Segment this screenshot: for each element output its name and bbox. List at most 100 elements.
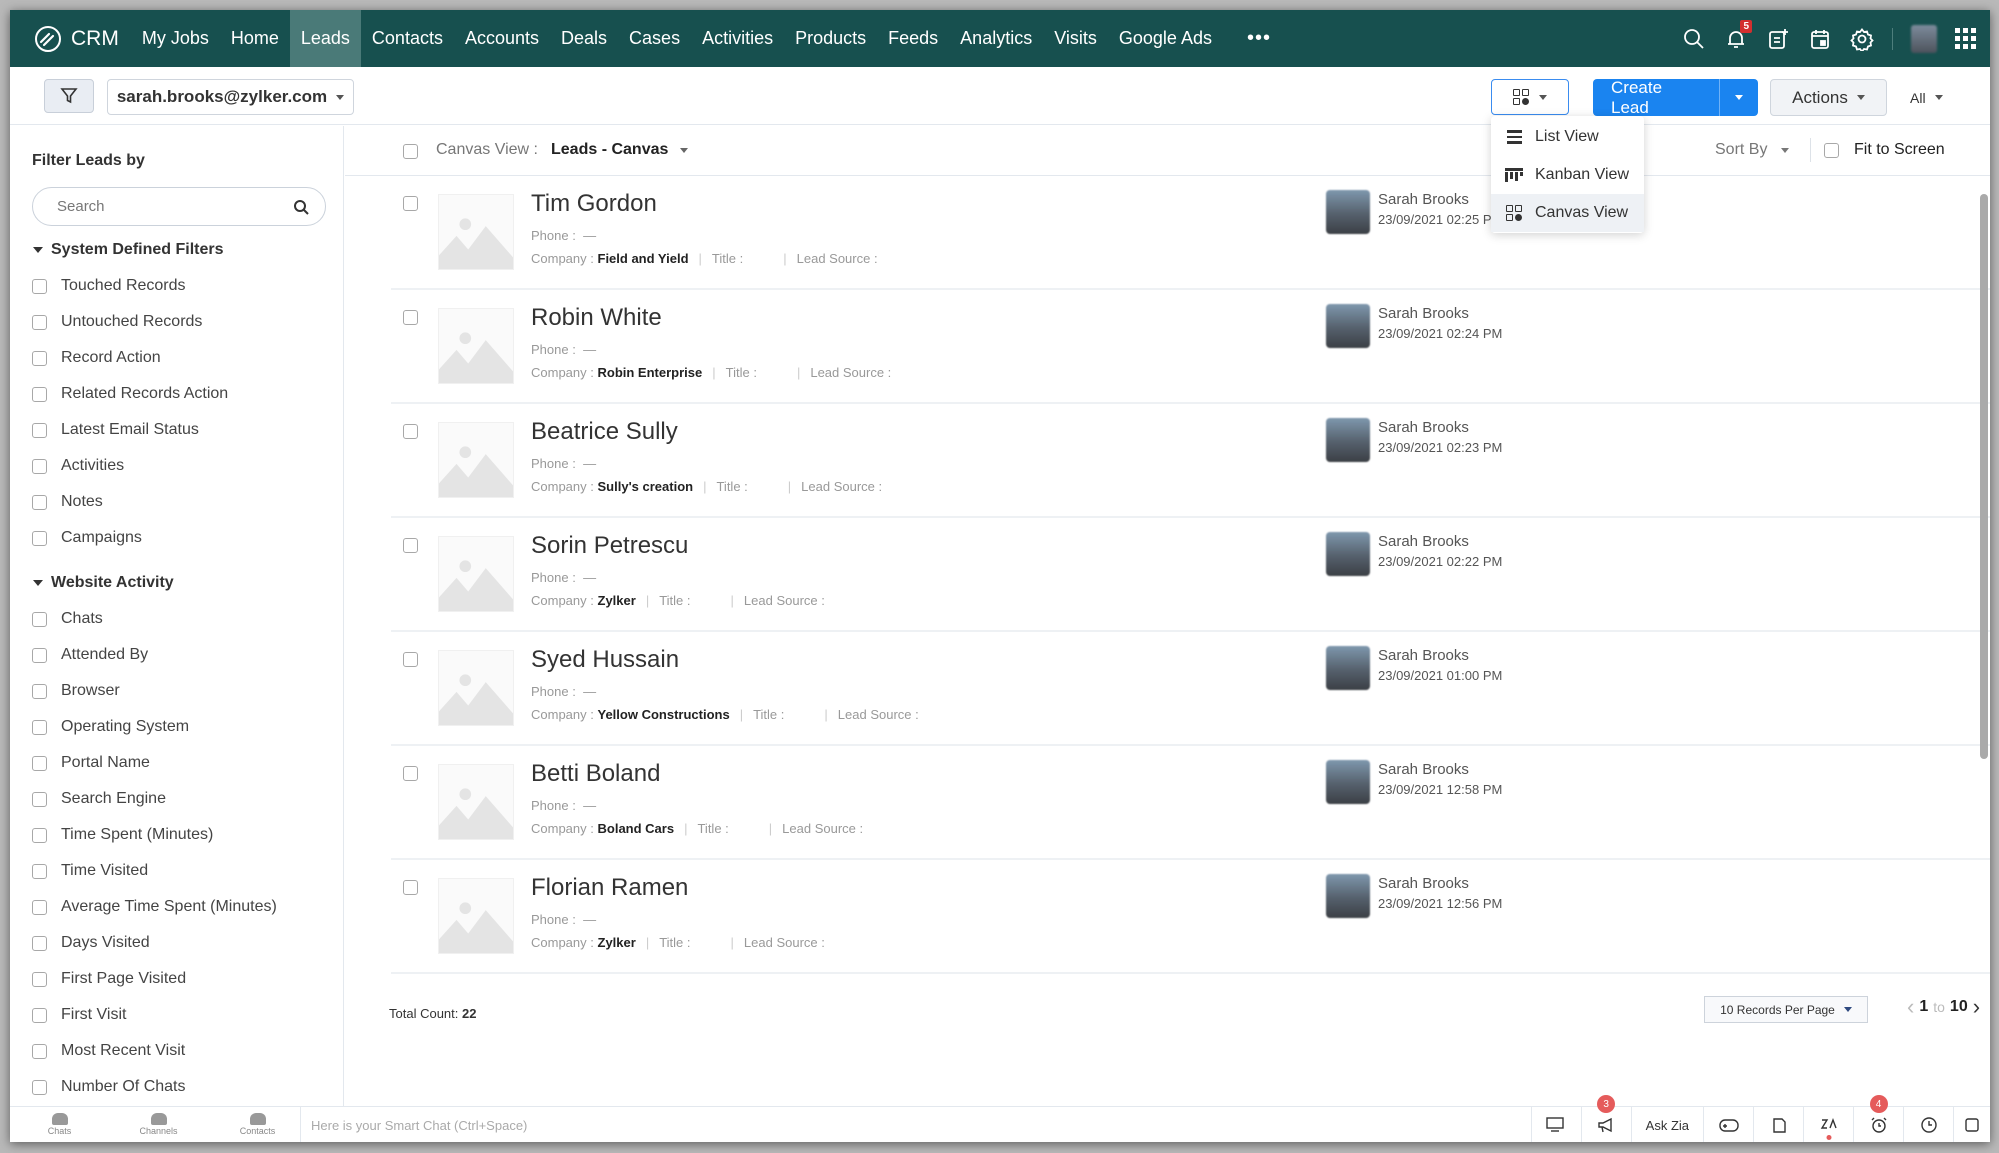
lead-checkbox[interactable] — [403, 538, 418, 553]
lead-card[interactable]: Sorin Petrescu Phone : — Company : Zylker |… — [391, 518, 1990, 632]
history-button[interactable] — [1903, 1107, 1953, 1142]
filter-checkbox[interactable] — [32, 314, 47, 330]
view-switch-button[interactable] — [1491, 79, 1569, 115]
filter-checkbox[interactable] — [32, 494, 47, 510]
notes-button[interactable] — [1753, 1107, 1803, 1142]
gear-icon[interactable] — [1850, 27, 1874, 51]
filter-checkbox[interactable] — [32, 719, 47, 735]
filter-checkbox[interactable] — [32, 683, 47, 699]
bell-icon[interactable]: 5 — [1724, 19, 1752, 51]
lead-card[interactable]: Tim Gordon Phone : — Company : Field and Y… — [391, 176, 1990, 290]
fit-to-screen-checkbox[interactable] — [1824, 142, 1839, 158]
filter-checkbox[interactable] — [32, 458, 47, 474]
nav-tab-products[interactable]: Products — [784, 10, 877, 67]
filter-item[interactable]: Time Visited — [32, 853, 343, 889]
filter-checkbox[interactable] — [32, 386, 47, 402]
menu-item-canvas-view[interactable]: Canvas View — [1491, 194, 1644, 232]
apps-grid-icon[interactable] — [1955, 28, 1976, 49]
filter-checkbox[interactable] — [32, 971, 47, 987]
filter-section-header[interactable]: Website Activity — [32, 565, 343, 601]
fit-to-screen-toggle[interactable]: Fit to Screen — [1824, 141, 1945, 159]
filter-item[interactable]: Days Visited — [32, 925, 343, 961]
filter-item[interactable]: Notes — [32, 484, 343, 520]
filter-item[interactable]: Operating System — [32, 709, 343, 745]
nav-tab-leads[interactable]: Leads — [289, 10, 361, 67]
select-all-checkbox[interactable] — [403, 144, 418, 159]
lead-name[interactable]: Robin White — [531, 304, 662, 332]
filter-checkbox[interactable] — [32, 422, 47, 438]
filter-checkbox[interactable] — [32, 350, 47, 366]
nav-tab-visits[interactable]: Visits — [1043, 10, 1108, 67]
lead-name[interactable]: Beatrice Sully — [531, 418, 678, 446]
nav-more-button[interactable]: ••• — [1223, 10, 1295, 67]
games-button[interactable] — [1703, 1107, 1753, 1142]
lead-checkbox[interactable] — [403, 880, 418, 895]
lead-checkbox[interactable] — [403, 652, 418, 667]
filter-item[interactable]: Average Time Spent (Minutes) — [32, 889, 343, 925]
bottom-tab-contacts[interactable]: Contacts — [208, 1113, 307, 1136]
actions-button[interactable]: Actions — [1770, 79, 1887, 116]
filter-toggle-button[interactable] — [44, 79, 94, 113]
filter-item[interactable]: Related Records Action — [32, 376, 343, 412]
bottom-tab-channels[interactable]: Channels — [109, 1113, 208, 1136]
filter-checkbox[interactable] — [32, 1079, 47, 1095]
nav-tab-home[interactable]: Home — [220, 10, 290, 67]
lead-checkbox[interactable] — [403, 310, 418, 325]
lead-checkbox[interactable] — [403, 766, 418, 781]
filter-checkbox[interactable] — [32, 863, 47, 879]
tray-button[interactable] — [1953, 1107, 1990, 1142]
smart-chat-input[interactable]: Here is your Smart Chat (Ctrl+Space) — [300, 1107, 900, 1142]
filter-item[interactable]: Portal Name — [32, 745, 343, 781]
filter-item[interactable]: Browser — [32, 673, 343, 709]
filter-checkbox[interactable] — [32, 755, 47, 771]
nav-tab-analytics[interactable]: Analytics — [949, 10, 1043, 67]
lead-checkbox[interactable] — [403, 196, 418, 211]
nav-tab-my-jobs[interactable]: My Jobs — [131, 10, 220, 67]
sort-by-dropdown[interactable]: Sort By — [1715, 141, 1790, 159]
filter-item[interactable]: Chats — [32, 601, 343, 637]
lead-name[interactable]: Florian Ramen — [531, 874, 688, 902]
filter-item[interactable]: Untouched Records — [32, 304, 343, 340]
filter-checkbox[interactable] — [32, 611, 47, 627]
filter-item[interactable]: Touched Records — [32, 268, 343, 304]
nav-tab-accounts[interactable]: Accounts — [454, 10, 550, 67]
filter-checkbox[interactable] — [32, 791, 47, 807]
search-icon[interactable] — [1682, 27, 1706, 51]
lead-card[interactable]: Robin White Phone : — Company : Robin Ente… — [391, 290, 1990, 404]
lead-name[interactable]: Tim Gordon — [531, 190, 657, 218]
lead-name[interactable]: Syed Hussain — [531, 646, 679, 674]
nav-tab-contacts[interactable]: Contacts — [361, 10, 454, 67]
screen-share-button[interactable] — [1530, 1107, 1581, 1142]
filter-item[interactable]: First Visit — [32, 997, 343, 1033]
filter-item[interactable]: Attended By — [32, 637, 343, 673]
nav-tab-google-ads[interactable]: Google Ads — [1108, 10, 1223, 67]
filter-item[interactable]: Latest Email Status — [32, 412, 343, 448]
ask-zia-button[interactable]: Ask Zia — [1630, 1107, 1703, 1142]
nav-tab-feeds[interactable]: Feeds — [877, 10, 949, 67]
filter-item[interactable]: Campaigns — [32, 520, 343, 556]
all-filter-dropdown[interactable]: All — [1910, 79, 1943, 116]
filter-item[interactable]: Activities — [32, 448, 343, 484]
records-per-page-dropdown[interactable]: 10 Records Per Page — [1704, 996, 1868, 1023]
create-lead-button[interactable]: Create Lead — [1593, 79, 1719, 116]
filter-checkbox[interactable] — [32, 827, 47, 843]
nav-tab-activities[interactable]: Activities — [691, 10, 784, 67]
filter-item[interactable]: Number Of Chats — [32, 1069, 343, 1105]
lead-card[interactable]: Florian Ramen Phone : — Company : Zylker | T… — [391, 860, 1990, 974]
canvas-view-selector[interactable]: Leads - Canvas — [551, 141, 689, 159]
calendar-icon[interactable] — [1808, 27, 1832, 51]
announcements-button[interactable]: 3 — [1580, 1095, 1631, 1142]
reminders-button[interactable]: 4 — [1853, 1095, 1903, 1142]
menu-item-kanban-view[interactable]: Kanban View — [1491, 156, 1644, 194]
filter-item[interactable]: First Page Visited — [32, 961, 343, 997]
user-filter-dropdown[interactable]: sarah.brooks@zylker.com — [107, 79, 354, 115]
filter-checkbox[interactable] — [32, 647, 47, 663]
zia-button[interactable] — [1803, 1107, 1853, 1142]
lead-card[interactable]: Betti Boland Phone : — Company : Boland Ca… — [391, 746, 1990, 860]
lead-card[interactable]: Syed Hussain Phone : — Company : Yellow Co… — [391, 632, 1990, 746]
user-avatar[interactable] — [1911, 24, 1937, 53]
lead-card[interactable]: Beatrice Sully Phone : — Company : Sully's… — [391, 404, 1990, 518]
filter-checkbox[interactable] — [32, 935, 47, 951]
filter-section-header[interactable]: System Defined Filters — [32, 232, 343, 268]
list-scrollbar[interactable] — [1980, 194, 1988, 759]
